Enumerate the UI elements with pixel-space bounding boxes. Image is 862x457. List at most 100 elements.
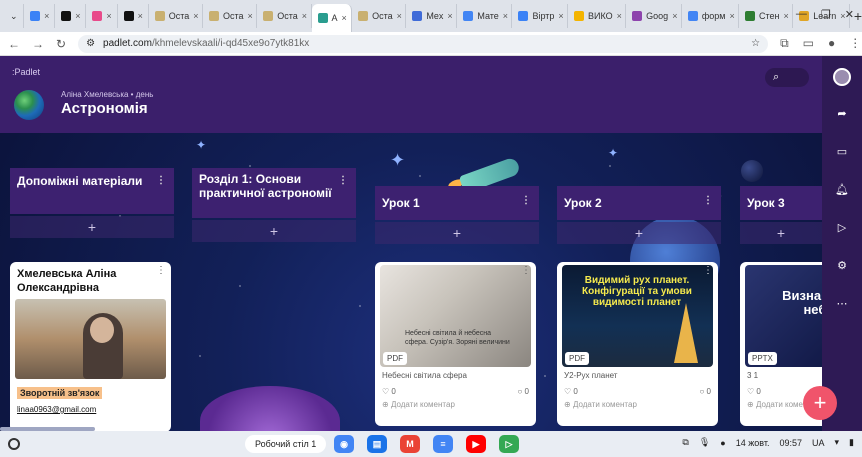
files-app-icon[interactable]: ▤ xyxy=(367,435,387,453)
desk-switcher[interactable]: Робочий стіл 1 xyxy=(245,435,327,453)
browser-tab[interactable]: Оста × xyxy=(352,4,407,28)
column-header[interactable]: Урок 2 ⋮ xyxy=(557,186,721,220)
pdf-thumbnail[interactable]: Видимий рух планет. Конфігурації та умов… xyxy=(562,265,713,367)
tab-close-icon[interactable]: × xyxy=(75,11,80,21)
add-post-button[interactable]: + xyxy=(557,222,721,244)
pdf-thumbnail[interactable]: Небесні світила й небесна сфера. Сузір'я… xyxy=(380,265,531,367)
docs-app-icon[interactable]: ≡ xyxy=(433,435,453,453)
play-app-icon[interactable]: ▷ xyxy=(499,435,519,453)
microphone-icon[interactable]: 🎙︎ xyxy=(699,437,710,448)
email-link[interactable]: linaa0963@gmail.com xyxy=(17,405,164,414)
browser-tab[interactable]: А × xyxy=(311,4,353,32)
tab-close-icon[interactable]: × xyxy=(44,11,49,21)
new-tab-button[interactable]: + xyxy=(854,8,862,24)
like-button[interactable]: ♡ 0 xyxy=(747,387,761,396)
tab-close-icon[interactable]: × xyxy=(302,11,307,21)
tab-close-icon[interactable]: × xyxy=(342,13,347,23)
notification-icon[interactable]: ● xyxy=(720,438,725,448)
browser-tab[interactable]: ВИКО × xyxy=(568,4,627,28)
more-icon[interactable]: ⋯ xyxy=(829,290,855,316)
screen-capture-icon[interactable]: ⧉ xyxy=(682,437,688,448)
share-icon[interactable]: ➦ xyxy=(829,100,855,126)
post-menu-icon[interactable]: ⋮ xyxy=(703,265,713,276)
search-button[interactable]: ⌕ xyxy=(765,68,809,87)
url-field[interactable]: ⚙ padlet.com/khmelevskaali/i-qd45xe9o7yt… xyxy=(78,34,769,53)
browser-tab[interactable]: Goog × xyxy=(626,4,682,28)
add-post-button[interactable]: + xyxy=(375,222,539,244)
column-menu-icon[interactable]: ⋮ xyxy=(156,174,166,188)
close-icon[interactable]: ✕ xyxy=(845,8,854,21)
tab-close-icon[interactable]: × xyxy=(193,11,198,21)
browser-tab[interactable]: × xyxy=(55,4,87,28)
sidebar-icon[interactable]: ▭ xyxy=(803,36,814,51)
settings-icon[interactable]: ⚙ xyxy=(829,252,855,278)
browser-tab[interactable]: Mex × xyxy=(406,4,458,28)
post-card-lesson-2[interactable]: ⋮ Видимий рух планет. Конфігурації та ум… xyxy=(557,262,718,426)
browser-tab[interactable]: Віртр × xyxy=(512,4,569,28)
youtube-app-icon[interactable]: ▶ xyxy=(466,435,486,453)
maximize-icon[interactable]: ❐ xyxy=(821,8,831,21)
browser-tab[interactable]: Стен × xyxy=(739,4,794,28)
add-post-button[interactable]: + xyxy=(740,222,822,244)
tab-close-icon[interactable]: × xyxy=(784,11,789,21)
tab-list-icon[interactable]: ⌄ xyxy=(4,4,25,28)
bell-icon[interactable]: 🔔︎ xyxy=(829,176,855,202)
browser-tab[interactable]: Мате × xyxy=(457,4,513,28)
extensions-icon[interactable]: ⧉ xyxy=(780,36,789,51)
launcher-icon[interactable] xyxy=(8,438,20,450)
browser-tab[interactable]: Оста × xyxy=(203,4,258,28)
browser-tab[interactable]: Оста × xyxy=(149,4,203,28)
add-comment-button[interactable]: ⊕ Додати коментар xyxy=(375,396,536,413)
column-header[interactable]: Урок 3 xyxy=(740,186,822,220)
slideshow-icon[interactable]: ▭ xyxy=(829,138,855,164)
add-post-button[interactable]: + xyxy=(192,220,356,242)
browser-tab[interactable]: × xyxy=(24,4,56,28)
minimize-icon[interactable]: — xyxy=(796,8,807,21)
add-comment-button[interactable]: ⊕ Додати коментар xyxy=(557,396,718,413)
column-menu-icon[interactable]: ⋮ xyxy=(338,174,348,188)
column-header[interactable]: Допоміжні матеріали ⋮ xyxy=(10,168,174,214)
avatar[interactable] xyxy=(833,68,851,86)
reload-icon[interactable]: ↻ xyxy=(56,37,66,51)
pptx-thumbnail[interactable]: Визна відст д небесн PPTX xyxy=(745,265,822,367)
column-menu-icon[interactable]: ⋮ xyxy=(521,194,531,208)
comment-count-button[interactable]: ○ 0 xyxy=(517,387,529,396)
add-post-button[interactable]: + xyxy=(10,216,174,238)
tab-close-icon[interactable]: × xyxy=(138,11,143,21)
play-icon[interactable]: ▷ xyxy=(829,214,855,240)
add-post-fab[interactable]: + xyxy=(803,386,837,420)
chrome-app-icon[interactable]: ◉ xyxy=(334,435,354,453)
browser-tab[interactable]: × xyxy=(118,4,149,28)
post-card-lesson-1[interactable]: ⋮ Небесні світила й небесна сфера. Сузір… xyxy=(375,262,536,426)
tab-close-icon[interactable]: × xyxy=(106,11,111,21)
like-button[interactable]: ♡ 0 xyxy=(382,387,396,396)
gmail-app-icon[interactable]: M xyxy=(400,435,420,453)
tab-close-icon[interactable]: × xyxy=(397,11,402,21)
system-tray[interactable]: ⧉ 🎙︎ ● 14 жовт. 09:57 UA ▾ ▮ xyxy=(682,437,854,448)
tab-close-icon[interactable]: × xyxy=(672,11,677,21)
back-icon[interactable]: ← xyxy=(8,37,20,51)
profile-icon[interactable]: ● xyxy=(828,36,835,51)
tab-close-icon[interactable]: × xyxy=(503,11,508,21)
browser-tab[interactable]: × xyxy=(86,4,118,28)
tab-close-icon[interactable]: × xyxy=(729,11,734,21)
tab-close-icon[interactable]: × xyxy=(558,11,563,21)
post-menu-icon[interactable]: ⋮ xyxy=(156,265,166,276)
column-header[interactable]: Розділ 1: Основи практичної астрономії ⋮ xyxy=(192,168,356,218)
column-header[interactable]: Урок 1 ⋮ xyxy=(375,186,539,220)
comment-count-button[interactable]: ○ 0 xyxy=(699,387,711,396)
like-button[interactable]: ♡ 0 xyxy=(564,387,578,396)
browser-tab[interactable]: форм × xyxy=(682,4,739,28)
tab-close-icon[interactable]: × xyxy=(447,11,452,21)
post-menu-icon[interactable]: ⋮ xyxy=(521,265,531,276)
padlet-logo[interactable]: :Padlet xyxy=(12,67,40,77)
post-card-profile[interactable]: ⋮ Хмелевська Аліна Олександрівна Зворотн… xyxy=(10,262,171,431)
forward-icon[interactable]: → xyxy=(32,37,44,51)
site-info-icon[interactable]: ⚙ xyxy=(86,38,95,49)
column-menu-icon[interactable]: ⋮ xyxy=(703,194,713,208)
tab-close-icon[interactable]: × xyxy=(248,11,253,21)
menu-icon[interactable]: ⋮ xyxy=(849,36,861,51)
tab-close-icon[interactable]: × xyxy=(617,11,622,21)
bookmark-star-icon[interactable]: ☆ xyxy=(751,38,760,49)
browser-tab[interactable]: Оста × xyxy=(257,4,312,28)
